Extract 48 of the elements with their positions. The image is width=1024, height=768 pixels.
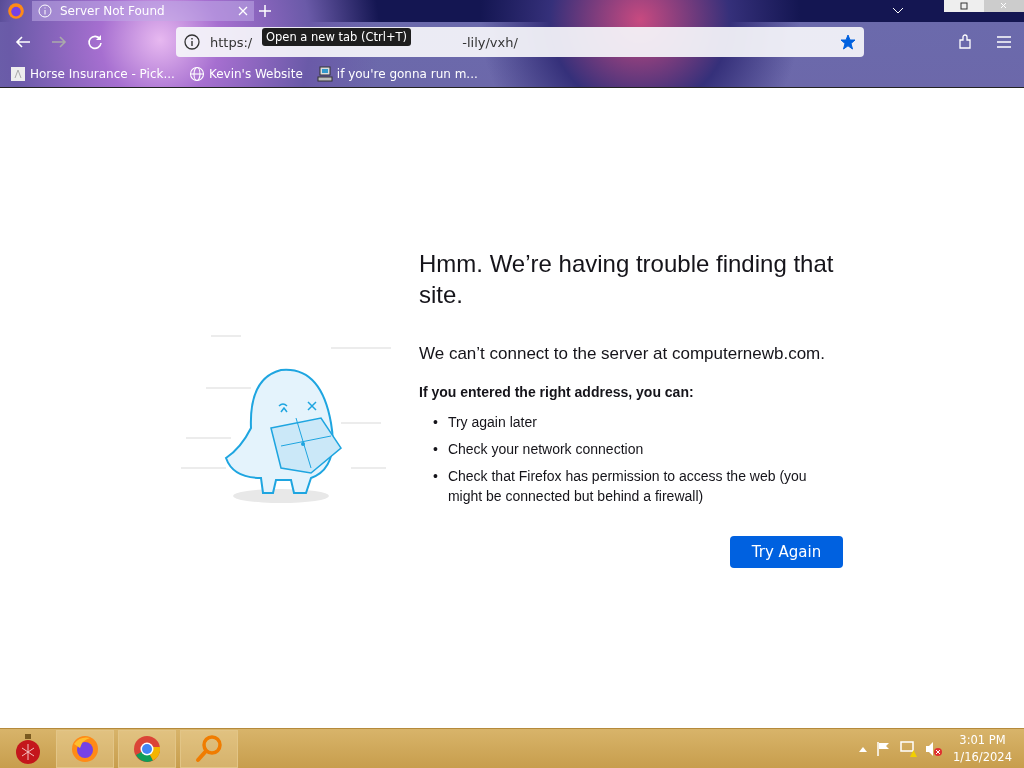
bullet: • bbox=[433, 440, 438, 459]
error-title: Hmm. We’re having trouble finding that site. bbox=[419, 249, 835, 310]
bullet: • bbox=[433, 413, 438, 432]
suggestion-item: Try again later bbox=[447, 413, 537, 432]
try-again-button[interactable]: Try Again bbox=[730, 536, 843, 568]
ornament-icon bbox=[13, 733, 43, 765]
restore-icon bbox=[959, 0, 969, 10]
plus-icon[interactable] bbox=[259, 5, 271, 17]
restore-button[interactable] bbox=[944, 0, 984, 12]
error-message: We can’t connect to the server at computernewb.com. bbox=[419, 344, 826, 364]
info-icon bbox=[184, 34, 200, 50]
info-icon bbox=[38, 4, 52, 18]
menu-icon[interactable] bbox=[996, 35, 1012, 49]
suggestions-heading: If you entered the right address, you can: bbox=[419, 384, 695, 400]
firefox-icon[interactable] bbox=[7, 2, 25, 20]
taskbar-app-button[interactable] bbox=[118, 730, 176, 768]
forward-arrow-icon bbox=[51, 34, 67, 50]
caret-up-icon[interactable] bbox=[859, 746, 868, 752]
flag-icon[interactable] bbox=[875, 741, 892, 757]
star-icon[interactable] bbox=[840, 34, 856, 50]
muted-speaker-icon[interactable] bbox=[925, 741, 944, 757]
url-text: -lily/vxh/ bbox=[462, 34, 519, 50]
chevron-down-icon[interactable] bbox=[892, 7, 904, 15]
puzzle-piece-icon[interactable] bbox=[958, 34, 974, 50]
page-icon bbox=[10, 66, 26, 82]
magnifier-icon bbox=[194, 734, 224, 764]
taskbar-app-button[interactable] bbox=[180, 730, 238, 768]
bookmark-item[interactable]: if you're gonna run m... bbox=[316, 66, 478, 82]
bullet: • bbox=[433, 467, 438, 486]
back-arrow-icon bbox=[15, 34, 31, 50]
bookmark-item[interactable]: Kevin's Website bbox=[188, 66, 303, 82]
suggestion-item: Check your network connection bbox=[447, 440, 644, 459]
browser-tab[interactable]: Server Not Found bbox=[32, 1, 254, 21]
suggestion-item: Check that Firefox has permission to access the web (you might be connected but behind a firewall) bbox=[447, 467, 808, 506]
computer-icon bbox=[316, 66, 333, 82]
globe-icon bbox=[188, 66, 205, 82]
tooltip: Open a new tab (Ctrl+T) bbox=[262, 28, 412, 46]
date: 1/16/2024 bbox=[953, 749, 1012, 766]
close-icon[interactable] bbox=[238, 6, 248, 16]
firefox-icon bbox=[70, 734, 100, 764]
reload-icon bbox=[87, 34, 103, 50]
chrome-icon bbox=[132, 734, 162, 764]
taskbar-app-button[interactable] bbox=[56, 730, 114, 768]
bookmark-item[interactable]: Horse Insurance - Pick... bbox=[10, 66, 175, 82]
url-text: https:/ bbox=[210, 34, 253, 50]
close-icon bbox=[999, 0, 1009, 10]
network-warning-icon[interactable] bbox=[899, 740, 918, 758]
time: 3:01 PM bbox=[958, 732, 1007, 749]
